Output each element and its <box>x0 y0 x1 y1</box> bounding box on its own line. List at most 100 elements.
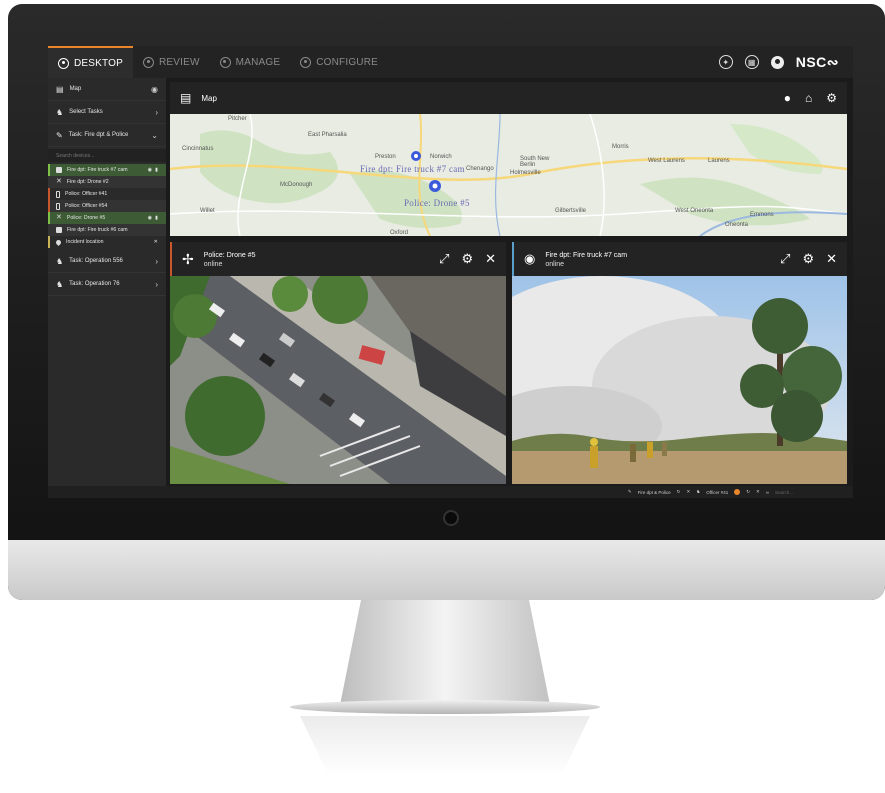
phone-icon <box>56 190 60 198</box>
sidebar-item-map[interactable]: ▤ Map ◉ <box>48 78 166 101</box>
map-marker-label[interactable]: Fire dpt: Fire truck #7 cam <box>360 164 465 174</box>
map-place-label: Gilbertsville <box>555 208 587 214</box>
tab-desktop[interactable]: DESKTOP <box>48 46 134 78</box>
sidebar-item-task-current[interactable]: ✎ Task: Fire dpt & Police ⌄ <box>48 124 166 147</box>
gear-icon[interactable]: ⚙ <box>802 251 814 267</box>
wildfire-image <box>512 276 847 484</box>
pencil-icon: ✎ <box>627 489 632 494</box>
sidebar-item-label: Task: Fire dpt & Police <box>68 132 129 138</box>
gear-icon[interactable]: ⚙ <box>461 251 473 267</box>
person-icon: ♞ <box>696 489 701 494</box>
map-place-label: Chenango <box>466 166 494 172</box>
map-place-label: Holmesville <box>510 170 541 176</box>
manage-icon <box>219 56 231 68</box>
home-icon[interactable]: ⌂ <box>805 91 812 105</box>
eye-icon[interactable]: ◉ <box>151 85 158 94</box>
monitor-stand <box>340 600 550 705</box>
tools-icon[interactable]: ✦ <box>718 55 733 69</box>
map-place-label: Laurens <box>708 158 730 164</box>
stand-reflection <box>300 716 590 776</box>
expand-icon[interactable]: ⤢ <box>780 251 790 267</box>
video-status: online <box>545 260 565 268</box>
close-icon[interactable]: ✕ <box>756 489 760 495</box>
map-place-label: McDonough <box>280 182 313 188</box>
sidebar: ▤ Map ◉ ♞ Select Tasks › ✎ Task: Fire dp… <box>48 78 166 486</box>
map-place-label: South New Berlin <box>520 156 550 168</box>
review-icon <box>143 56 155 68</box>
sidebar-item-label: Task: Operation 556 <box>69 258 123 264</box>
expand-icon[interactable]: ⤢ <box>439 251 449 267</box>
drone-video-feed[interactable] <box>170 276 506 484</box>
eye-icon[interactable]: ◉ <box>148 215 153 221</box>
video-panel-header: ✢ Police: Drone #5 online ⤢ ⚙ ✕ <box>170 242 506 276</box>
link-icon[interactable]: ∞ <box>766 490 769 495</box>
camera-icon: ◉ <box>524 251 536 266</box>
drone-icon: ✢ <box>182 250 194 267</box>
top-nav: DESKTOP REVIEW MANAGE CONFIGURE ✦ ▦ NSC∾ <box>48 46 853 78</box>
sidebar-item-task[interactable]: ♞ Task: Operation 556 › <box>48 250 166 273</box>
device-item[interactable]: ✕ Fire dpt: Drone #2 <box>48 176 166 188</box>
sidebar-item-select-tasks[interactable]: ♞ Select Tasks › <box>48 101 166 124</box>
close-icon[interactable]: ✕ <box>826 251 837 267</box>
video-title: Police: Drone #5 <box>203 251 256 259</box>
location-pin-icon[interactable]: ● <box>784 91 791 105</box>
status-search-input[interactable]: Search... <box>775 490 815 495</box>
device-item[interactable]: Police: Officer #41 <box>48 188 166 200</box>
pin-icon <box>54 238 63 246</box>
map-place-label: Morris <box>612 144 629 150</box>
map-place-label: West Oneonta <box>675 208 714 214</box>
refresh-icon[interactable]: ↻ <box>746 489 750 495</box>
close-icon[interactable]: ✕ <box>485 251 496 267</box>
refresh-icon[interactable]: ↻ <box>677 489 681 495</box>
grid-icon[interactable]: ▦ <box>744 55 759 69</box>
tab-label: MANAGE <box>235 56 281 68</box>
map-place-label: Cincinnatus <box>182 146 214 152</box>
map-view[interactable]: Cincinnatus Pitcher East Pharsalia Prest… <box>170 114 847 236</box>
map-panel-title: Map <box>201 93 217 103</box>
chevron-down-icon: ⌄ <box>151 130 158 140</box>
video-icon[interactable]: ▮ <box>155 215 158 221</box>
eye-icon[interactable]: ◉ <box>148 167 153 173</box>
video-icon[interactable]: ▮ <box>155 167 158 173</box>
map-place-label: Preston <box>375 154 396 160</box>
device-item[interactable]: ✕ Police: Drone #5 ◉ ▮ <box>48 212 166 224</box>
tab-label: REVIEW <box>159 56 200 68</box>
device-item[interactable]: Incident location ✕ <box>48 236 166 248</box>
tab-configure[interactable]: CONFIGURE <box>290 46 388 78</box>
close-icon[interactable]: ✕ <box>686 489 690 495</box>
map-place-label: Emmons <box>750 212 774 218</box>
map-place-label: Oxford <box>390 230 409 236</box>
map-canvas <box>170 114 847 236</box>
monitor-base <box>290 700 600 714</box>
device-item[interactable]: Police: Officer #54 <box>48 200 166 212</box>
chevron-right-icon: › <box>155 107 158 117</box>
device-item[interactable]: Fire dpt: Fire truck #7 cam ◉ ▮ <box>48 164 166 176</box>
map-place-label: Willet <box>200 208 215 214</box>
configure-icon <box>300 56 312 68</box>
video-panel-header: ◉ Fire dpt: Fire truck #7 cam online ⤢ ⚙… <box>512 242 847 276</box>
tasks-icon: ♞ <box>56 279 64 289</box>
drone-icon: ✕ <box>56 214 62 221</box>
map-place-label: Oneonta <box>725 222 749 228</box>
map-marker-label[interactable]: Police: Drone #5 <box>404 198 470 208</box>
gear-icon[interactable]: ⚙ <box>826 91 837 105</box>
video-title: Fire dpt: Fire truck #7 cam <box>545 251 628 259</box>
device-search-input[interactable]: Search devices... <box>48 149 166 162</box>
tab-manage[interactable]: MANAGE <box>210 46 291 78</box>
sidebar-item-task[interactable]: ♞ Task: Operation 76 › <box>48 273 166 296</box>
truck-camera-feed[interactable] <box>512 276 847 484</box>
tab-review[interactable]: REVIEW <box>133 46 210 78</box>
monitor-chin <box>8 540 885 600</box>
sidebar-item-label: Task: Operation 76 <box>69 281 120 287</box>
close-icon[interactable]: ✕ <box>154 239 158 245</box>
tasks-icon: ♞ <box>56 256 64 266</box>
user-icon[interactable] <box>770 55 784 69</box>
device-item[interactable]: Fire dpt: Fire truck #6 cam <box>48 224 166 236</box>
pencil-icon: ✎ <box>56 130 63 140</box>
sidebar-item-label: Select Tasks <box>69 109 103 115</box>
sidebar-item-label: Map <box>69 86 82 92</box>
map-place-label: Pitcher <box>228 116 247 122</box>
street-aerial-image <box>170 276 506 484</box>
map-icon: ▤ <box>56 84 64 94</box>
status-bar: ✎ Fire dpt & Police ↻ ✕ ♞ Officer #41 ↻ … <box>48 486 853 498</box>
